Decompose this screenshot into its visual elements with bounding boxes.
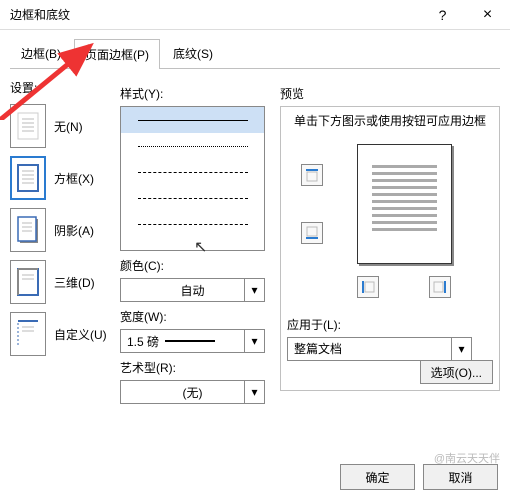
dialog-footer: 确定 取消: [340, 464, 498, 490]
help-button[interactable]: ?: [420, 0, 465, 30]
style-dashed2[interactable]: [121, 185, 264, 211]
style-label: 样式(Y):: [120, 85, 270, 102]
style-column: 样式(Y): 颜色(C): 自动 ▾ 宽度(W): 1.5 磅 ▾ 艺术型(R)…: [120, 79, 270, 410]
chevron-down-icon: ▾: [244, 330, 264, 352]
settings-label: 设置:: [10, 79, 110, 96]
edge-bottom-button[interactable]: [301, 222, 323, 244]
setting-box[interactable]: 方框(X): [10, 154, 110, 202]
shadow-icon: [10, 208, 46, 252]
setting-custom-label: 自定义(U): [54, 326, 107, 343]
chevron-down-icon: ▾: [244, 381, 264, 403]
none-icon: [10, 104, 46, 148]
threeD-icon: [10, 260, 46, 304]
color-select[interactable]: 自动 ▾: [120, 278, 265, 302]
art-value: (无): [183, 384, 203, 401]
dialog-title: 边框和底纹: [10, 6, 420, 23]
style-listbox[interactable]: [120, 106, 265, 251]
options-button[interactable]: 选项(O)...: [420, 360, 493, 384]
style-solid[interactable]: [121, 107, 264, 133]
cancel-button[interactable]: 取消: [423, 464, 498, 490]
width-select[interactable]: 1.5 磅 ▾: [120, 329, 265, 353]
edge-top-button[interactable]: [301, 164, 323, 186]
preview-box: 单击下方图示或使用按钮可应用边框: [280, 106, 500, 391]
width-line-icon: [165, 340, 215, 342]
setting-3d-label: 三维(D): [54, 274, 95, 291]
preview-hint: 单击下方图示或使用按钮可应用边框: [287, 113, 493, 130]
watermark: @南云天天伴: [434, 450, 500, 466]
apply-to-group: 应用于(L): 整篇文档 ▾: [287, 316, 493, 361]
setting-3d[interactable]: 三维(D): [10, 258, 110, 306]
setting-shadow-label: 阴影(A): [54, 222, 94, 239]
style-dashdot[interactable]: [121, 211, 264, 237]
setting-box-label: 方框(X): [54, 170, 94, 187]
apply-to-value: 整篇文档: [294, 340, 342, 357]
edge-left-button[interactable]: [357, 276, 379, 298]
borders-shading-dialog: 边框和底纹 ? × 边框(B) 页面边框(P) 底纹(S) 设置: 无(N): [0, 0, 510, 500]
edge-right-button[interactable]: [429, 276, 451, 298]
settings-column: 设置: 无(N) 方框(X): [10, 79, 110, 410]
width-value: 1.5 磅: [127, 333, 159, 350]
art-select[interactable]: (无) ▾: [120, 380, 265, 404]
tab-page-border[interactable]: 页面边框(P): [74, 39, 160, 69]
close-button[interactable]: ×: [465, 0, 510, 30]
ok-button[interactable]: 确定: [340, 464, 415, 490]
titlebar: 边框和底纹 ? ×: [0, 0, 510, 30]
preview-label: 预览: [280, 85, 500, 102]
tab-strip: 边框(B) 页面边框(P) 底纹(S): [10, 38, 500, 69]
tab-borders[interactable]: 边框(B): [10, 38, 72, 68]
style-dashed[interactable]: [121, 159, 264, 185]
setting-custom[interactable]: 自定义(U): [10, 310, 110, 358]
preview-stage: [287, 144, 493, 274]
color-label: 颜色(C):: [120, 257, 270, 274]
apply-to-select[interactable]: 整篇文档 ▾: [287, 337, 472, 361]
box-icon: [10, 156, 46, 200]
page-preview[interactable]: [357, 144, 452, 264]
style-dotted[interactable]: [121, 133, 264, 159]
chevron-down-icon: ▾: [244, 279, 264, 301]
setting-shadow[interactable]: 阴影(A): [10, 206, 110, 254]
width-label: 宽度(W):: [120, 308, 270, 325]
setting-none-label: 无(N): [54, 118, 83, 135]
chevron-down-icon: ▾: [451, 338, 471, 360]
apply-to-label: 应用于(L):: [287, 316, 493, 333]
setting-none[interactable]: 无(N): [10, 102, 110, 150]
custom-icon: [10, 312, 46, 356]
tab-shading[interactable]: 底纹(S): [162, 38, 224, 68]
preview-column: 预览 单击下方图示或使用按钮可应用边框: [280, 79, 500, 410]
art-label: 艺术型(R):: [120, 359, 270, 376]
color-value: 自动: [180, 282, 204, 299]
